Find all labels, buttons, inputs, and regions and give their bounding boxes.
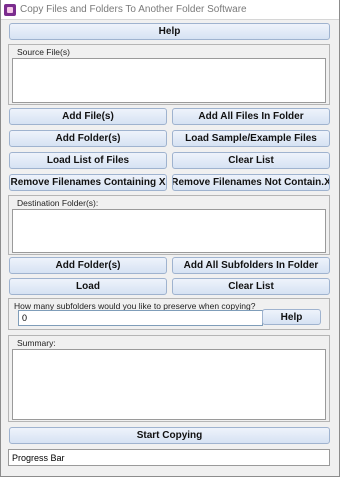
destination-folders-list[interactable] bbox=[12, 209, 326, 253]
summary-group: Summary: bbox=[8, 335, 330, 422]
add-all-subfolders-button[interactable]: Add All Subfolders In Folder bbox=[172, 257, 330, 274]
add-files-button[interactable]: Add File(s) bbox=[9, 108, 167, 125]
start-copying-button[interactable]: Start Copying bbox=[9, 427, 330, 444]
remove-filenames-containing-button[interactable]: Remove Filenames Containing X bbox=[9, 174, 167, 191]
source-files-label: Source File(s) bbox=[17, 47, 70, 57]
destination-add-folders-button[interactable]: Add Folder(s) bbox=[9, 257, 167, 274]
app-icon bbox=[4, 4, 16, 16]
progress-bar: Progress Bar bbox=[8, 449, 330, 466]
subfolders-count-input[interactable]: 0 bbox=[18, 310, 263, 326]
load-sample-files-button[interactable]: Load Sample/Example Files bbox=[172, 130, 330, 147]
summary-box bbox=[12, 349, 326, 420]
destination-folders-group: Destination Folder(s): bbox=[8, 195, 330, 255]
destination-clear-list-button[interactable]: Clear List bbox=[172, 278, 330, 295]
title-bar: Copy Files and Folders To Another Folder… bbox=[1, 0, 339, 20]
subfolders-help-button[interactable]: Help bbox=[262, 309, 321, 325]
clear-list-button[interactable]: Clear List bbox=[172, 152, 330, 169]
help-button[interactable]: Help bbox=[9, 23, 330, 40]
source-files-list[interactable] bbox=[12, 58, 326, 103]
add-folders-button[interactable]: Add Folder(s) bbox=[9, 130, 167, 147]
destination-load-button[interactable]: Load bbox=[9, 278, 167, 295]
destination-folders-label: Destination Folder(s): bbox=[17, 198, 99, 208]
remove-filenames-not-containing-button[interactable]: Remove Filenames Not Contain.X bbox=[172, 174, 330, 191]
summary-label: Summary: bbox=[17, 338, 56, 348]
source-files-group: Source File(s) bbox=[8, 44, 330, 105]
subfolders-group: How many subfolders would you like to pr… bbox=[8, 298, 330, 330]
window-title: Copy Files and Folders To Another Folder… bbox=[20, 4, 247, 15]
add-all-files-in-folder-button[interactable]: Add All Files In Folder bbox=[172, 108, 330, 125]
load-list-of-files-button[interactable]: Load List of Files bbox=[9, 152, 167, 169]
app-window: Copy Files and Folders To Another Folder… bbox=[0, 0, 340, 477]
